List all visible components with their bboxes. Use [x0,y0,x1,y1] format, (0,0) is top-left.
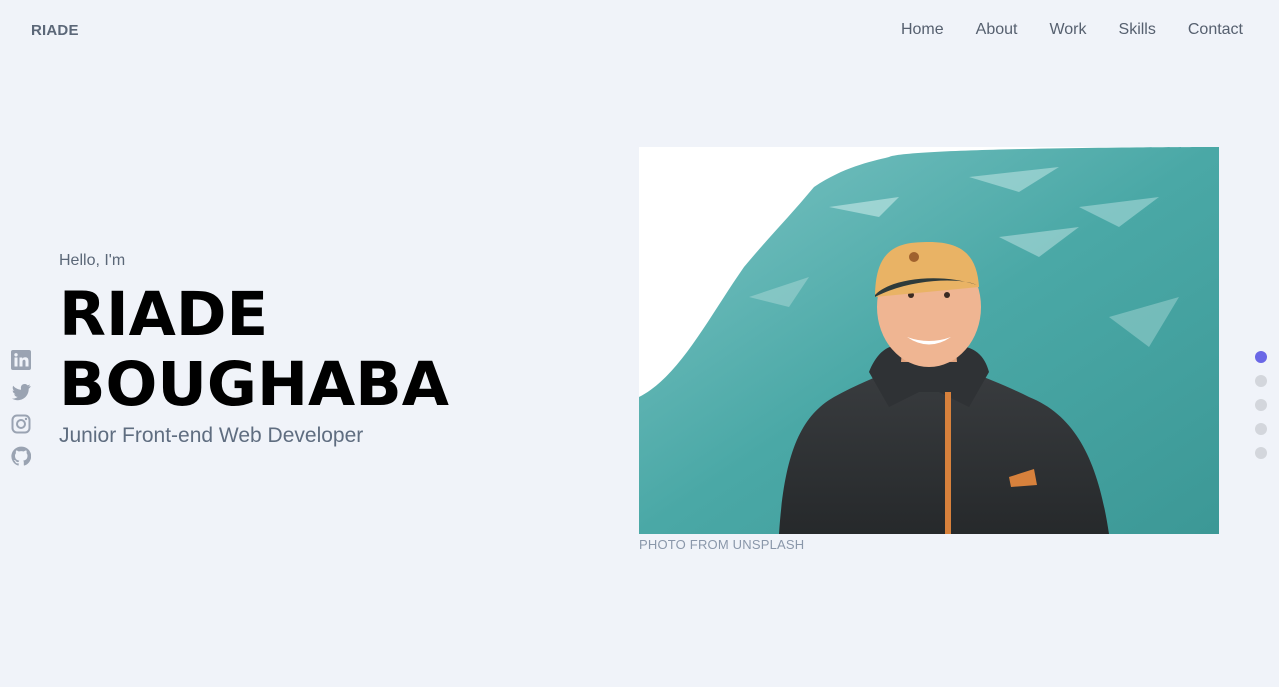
github-icon[interactable] [11,446,31,466]
hero-role: Junior Front-end Web Developer [59,424,364,447]
hero-name: RIADE BOUGHABA [59,280,449,420]
section-dot-4[interactable] [1255,423,1267,435]
nav-link-skills[interactable]: Skills [1119,21,1156,39]
nav-link-about[interactable]: About [976,21,1018,39]
section-dot-5[interactable] [1255,447,1267,459]
section-dot-2[interactable] [1255,375,1267,387]
brand-logo[interactable]: RIADE [31,22,79,39]
instagram-icon[interactable] [11,414,31,434]
twitter-icon[interactable] [11,382,31,402]
section-dot-3[interactable] [1255,399,1267,411]
social-links [11,350,31,466]
nav-link-contact[interactable]: Contact [1188,21,1243,39]
hero-last-name: BOUGHABA [59,349,449,420]
greeting: Hello, I'm [59,252,126,269]
section-dots [1255,351,1267,459]
hero-first-name: RIADE [59,279,269,350]
nav-link-home[interactable]: Home [901,21,944,39]
nav-link-work[interactable]: Work [1049,21,1086,39]
main-nav: Home About Work Skills Contact [901,21,1243,39]
section-dot-1[interactable] [1255,351,1267,363]
hero-photo [639,147,1219,534]
photo-caption: PHOTO FROM UNSPLASH [639,537,805,552]
linkedin-icon[interactable] [11,350,31,370]
